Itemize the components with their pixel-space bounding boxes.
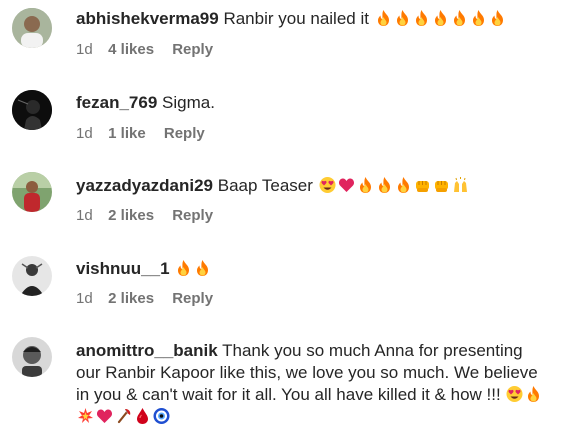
comment-meta: 1d 2 likes Reply — [76, 290, 213, 307]
comment-time: 1d — [76, 207, 93, 224]
fire-icon — [434, 10, 446, 26]
comment-username[interactable]: fezan_769 — [76, 93, 157, 112]
red-heart-icon — [96, 409, 113, 423]
comment-time: 1d — [76, 41, 93, 58]
fire-icon — [197, 260, 209, 276]
comment-body: yazzadyazdani29 Baap Teaser — [76, 175, 550, 197]
fire-icon — [378, 177, 390, 193]
likes-count[interactable]: 1 like — [108, 125, 146, 142]
fire-icon — [377, 10, 389, 26]
fire-icon — [359, 177, 371, 193]
comment-time: 1d — [76, 290, 93, 307]
collision-icon — [78, 408, 93, 423]
fire-icon — [397, 177, 409, 193]
avatar-photo-icon — [12, 172, 52, 212]
fire-icon — [472, 10, 484, 26]
comment-body: abhishekverma99 Ranbir you nailed it — [76, 8, 550, 30]
reply-button[interactable]: Reply — [172, 290, 213, 307]
raised-hands-icon — [453, 177, 467, 192]
fist-icon — [415, 181, 429, 192]
avatar[interactable] — [12, 256, 52, 296]
avatar[interactable] — [12, 337, 52, 377]
likes-count[interactable]: 4 likes — [108, 41, 154, 58]
avatar-photo-icon — [12, 256, 52, 296]
avatar[interactable] — [12, 8, 52, 48]
comment-body: vishnuu__1 — [76, 258, 550, 280]
reply-button[interactable]: Reply — [172, 41, 213, 58]
fist-icon — [434, 181, 448, 192]
avatar-photo-icon — [12, 8, 52, 48]
comment-username[interactable]: abhishekverma99 — [76, 9, 219, 28]
axe-icon — [117, 409, 131, 424]
fire-icon — [415, 10, 427, 26]
comment-text: Sigma. — [162, 93, 215, 112]
avatar[interactable] — [12, 172, 52, 212]
fire-icon — [396, 10, 408, 26]
fire-icon — [453, 10, 465, 26]
comment-body: anomittro__banik Thank you so much Anna … — [76, 340, 550, 428]
nazar-amulet-icon — [153, 408, 170, 424]
comment-meta: 1d 1 like Reply — [76, 125, 205, 142]
comment-text: Ranbir you nailed it — [223, 9, 369, 28]
likes-count[interactable]: 2 likes — [108, 290, 154, 307]
drop-of-blood-icon — [137, 408, 148, 424]
fire-icon — [178, 260, 190, 276]
comment-username[interactable]: yazzadyazdani29 — [76, 176, 213, 195]
fire-icon — [528, 386, 540, 402]
avatar[interactable] — [12, 90, 52, 130]
comment-meta: 1d 4 likes Reply — [76, 41, 213, 58]
comment-text: Baap Teaser — [217, 176, 313, 195]
reply-button[interactable]: Reply — [164, 125, 205, 142]
comment-body: fezan_769 Sigma. — [76, 92, 550, 114]
reply-button[interactable]: Reply — [172, 207, 213, 224]
red-heart-icon — [338, 178, 354, 192]
comment-time: 1d — [76, 125, 93, 142]
likes-count[interactable]: 2 likes — [108, 207, 154, 224]
heart-eyes-icon — [319, 177, 336, 193]
comment-emojis — [374, 9, 507, 28]
comment-username[interactable]: vishnuu__1 — [76, 259, 170, 278]
comment-list: abhishekverma99 Ranbir you nailed it 1d … — [0, 0, 568, 431]
comment-emojis — [174, 259, 212, 278]
avatar-photo-icon — [12, 90, 52, 130]
heart-eyes-icon — [506, 386, 523, 402]
comment-meta: 1d 2 likes Reply — [76, 207, 213, 224]
fire-icon — [491, 10, 503, 26]
comment-emojis — [318, 176, 470, 195]
avatar-photo-icon — [12, 337, 52, 377]
comment-username[interactable]: anomittro__banik — [76, 341, 218, 360]
